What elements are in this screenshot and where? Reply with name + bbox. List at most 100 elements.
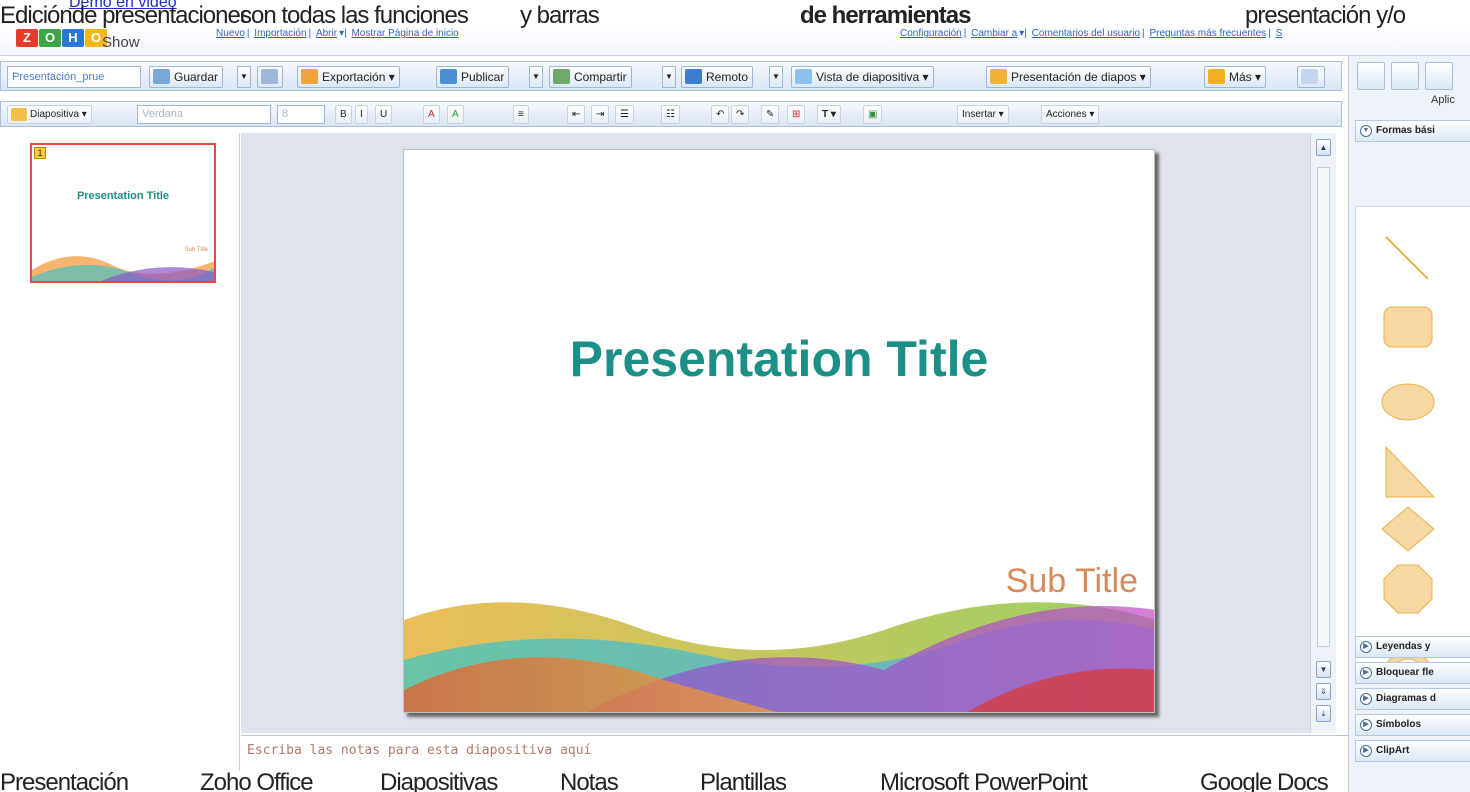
format-painter-button[interactable]: ✎ [761, 105, 780, 124]
shapes-gallery [1355, 206, 1470, 682]
slide-view-button[interactable]: Vista de diapositiva ▾ [791, 66, 934, 88]
logo-letter: Z [16, 29, 38, 47]
last-slide-button[interactable]: ⤓ [1316, 705, 1331, 722]
printer-icon [261, 69, 278, 84]
shapes-panel: Aplic ▼ Formas bási ▶ Leyendas y ▶ Bloquear… [1348, 56, 1470, 792]
app-window: Ediciónde presentaciones con todas las f… [0, 0, 1470, 792]
slide-thumbnail[interactable]: 1 Presentation Title Sub Title [30, 143, 216, 283]
editor-scrollbar[interactable]: ▲ ▼ ⇓ ⤓ [1310, 133, 1336, 733]
overlay-fragment: Ediciónde presentaciones [0, 2, 252, 29]
highlight-button[interactable]: A [447, 105, 464, 124]
remote-label: Remoto [706, 70, 749, 84]
panel-header: Aplic [1431, 94, 1455, 106]
share-dropdown[interactable]: ▼ [662, 66, 676, 88]
table-button[interactable]: ⊞ [787, 105, 806, 124]
slide-menu-button[interactable]: Diapositiva ▾ [7, 105, 92, 124]
publish-icon [440, 69, 457, 84]
main-toolbar: Presentación_prue Guardar ▼ Exportación … [0, 61, 1342, 91]
remote-button[interactable]: Remoto [681, 66, 754, 88]
save-button[interactable]: Guardar [149, 66, 224, 88]
section-callouts[interactable]: ▶ Leyendas y [1355, 636, 1470, 658]
share-button[interactable]: Compartir [549, 66, 632, 88]
zoho-logo[interactable]: Z O H O [16, 29, 108, 47]
overlay-fragment: Zoho Office [200, 771, 314, 792]
ellipse-shape[interactable] [1381, 383, 1435, 421]
next-slide-button[interactable]: ⇓ [1316, 683, 1331, 700]
redo-button[interactable]: ↷ [731, 105, 750, 124]
remote-dropdown[interactable]: ▼ [769, 66, 783, 88]
overlay-fragment: Diapositivas [380, 771, 498, 792]
section-symbols[interactable]: ▶ Símbolos [1355, 714, 1470, 736]
slide-menu-label: Diapositiva [30, 109, 79, 120]
font-family-select[interactable]: Verdana [137, 105, 271, 124]
print-button[interactable] [257, 66, 283, 88]
product-name: Show [102, 34, 140, 51]
save-icon [153, 69, 170, 84]
scroll-down-button[interactable]: ▼ [1316, 661, 1331, 678]
section-clipart[interactable]: ▶ ClipArt [1355, 740, 1470, 762]
panel-toggle-button[interactable] [1297, 66, 1325, 88]
overlay-text-bottom: Presentación Zoho Office Diapositivas No… [0, 771, 1470, 792]
share-label: Compartir [574, 70, 627, 84]
export-button[interactable]: Exportación ▾ [297, 66, 400, 88]
overlay-fragment: Notas [560, 771, 619, 792]
octagon-shape[interactable] [1383, 564, 1433, 614]
image-button[interactable]: ▣ [863, 105, 883, 124]
slide-icon [11, 108, 27, 121]
publish-dropdown[interactable]: ▼ [529, 66, 543, 88]
slide-thumbnail-pane: 1 Presentation Title Sub Title [0, 133, 240, 771]
overlay-fragment: y barras [520, 2, 600, 29]
diamond-shape[interactable] [1381, 506, 1435, 552]
outdent-button[interactable]: ⇤ [567, 105, 586, 124]
tab-themes[interactable] [1391, 62, 1419, 90]
logo-letter: H [62, 29, 84, 47]
font-color-button[interactable]: A [423, 105, 440, 124]
slide-canvas[interactable]: Presentation Title Sub Title [403, 149, 1155, 713]
section-flowcharts[interactable]: ▶ Diagramas d [1355, 688, 1470, 710]
slide-view-icon [795, 69, 812, 84]
publish-label: Publicar [461, 70, 505, 84]
more-label: Más [1229, 70, 1252, 84]
notes-area[interactable]: Escriba las notas para esta diapositiva … [241, 735, 1348, 771]
numbering-button[interactable]: ☷ [661, 105, 680, 124]
tab-apps[interactable] [1425, 62, 1453, 90]
actions-button[interactable]: Acciones ▾ [1041, 105, 1100, 124]
overlay-fragment: Plantillas [700, 771, 787, 792]
section-basic-shapes[interactable]: ▼ Formas bási [1355, 120, 1470, 142]
font-size-select[interactable]: 8 [277, 105, 325, 124]
scroll-track[interactable] [1317, 167, 1330, 647]
align-button[interactable]: ≡ [513, 105, 529, 124]
save-dropdown[interactable]: ▼ [237, 66, 251, 88]
indent-button[interactable]: ⇥ [591, 105, 610, 124]
underline-button[interactable]: U [375, 105, 393, 124]
slide-wave-art [404, 602, 1154, 712]
bold-button[interactable]: B [335, 105, 352, 124]
line-shape[interactable] [1385, 236, 1429, 280]
overlay-fragment: presentación y/o [1245, 2, 1406, 29]
tab-shapes[interactable] [1357, 62, 1385, 90]
overlay-fragment: con todas las funciones [240, 2, 469, 29]
insert-button[interactable]: Insertar ▾ [957, 105, 1009, 124]
logo-letter: O [39, 29, 61, 47]
italic-button[interactable]: I [355, 105, 368, 124]
undo-button[interactable]: ↶ [711, 105, 730, 124]
triangle-shape[interactable] [1385, 445, 1436, 498]
bullets-button[interactable]: ☰ [615, 105, 634, 124]
section-block-arrows[interactable]: ▶ Bloquear fle [1355, 662, 1470, 684]
document-name-field[interactable]: Presentación_prue [7, 66, 141, 88]
text-box-button[interactable]: T ▾ [817, 105, 841, 124]
scroll-up-button[interactable]: ▲ [1316, 139, 1331, 156]
thumbnail-wave-art [32, 256, 214, 281]
insert-label: Insertar [962, 109, 996, 120]
publish-button[interactable]: Publicar [436, 66, 510, 88]
overlay-fragment: Google Docs [1200, 771, 1329, 792]
overlay-fragment: Presentación [0, 771, 129, 792]
rounded-rect-shape[interactable] [1383, 306, 1433, 348]
overlay-text-top: Ediciónde presentaciones con todas las f… [0, 0, 1470, 30]
export-icon [301, 69, 318, 84]
save-label: Guardar [174, 70, 219, 84]
format-toolbar: Diapositiva ▾ Verdana 8 B I U A A ≡ ⇤ ⇥ … [0, 101, 1342, 127]
more-button[interactable]: Más ▾ [1204, 66, 1267, 88]
slideshow-button[interactable]: Presentación de diapos ▾ [986, 66, 1151, 88]
notes-placeholder: Escriba las notas para esta diapositiva … [247, 743, 592, 758]
